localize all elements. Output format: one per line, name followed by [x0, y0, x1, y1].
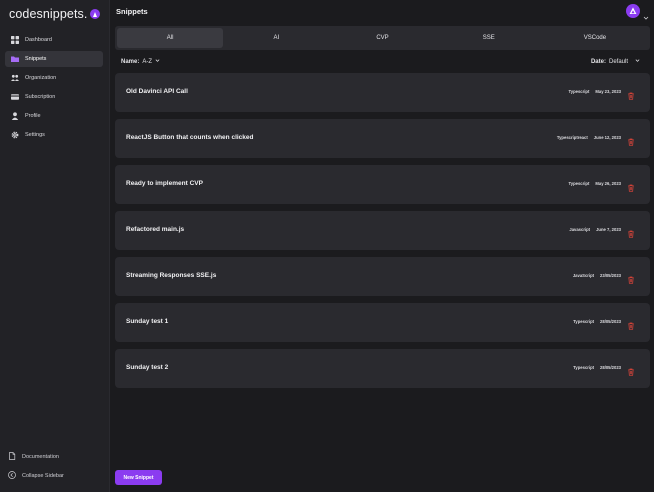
- page-title: Snippets: [116, 7, 148, 16]
- sidebar-item-label: Snippets: [25, 56, 47, 62]
- chevron-down-icon[interactable]: [643, 8, 649, 20]
- gear-icon: [11, 131, 19, 139]
- trash-icon[interactable]: [627, 363, 635, 376]
- trash-icon[interactable]: [627, 179, 635, 192]
- sidebar-item-label: Dashboard: [25, 37, 52, 43]
- avatar[interactable]: [626, 4, 640, 18]
- trash-icon[interactable]: [627, 87, 635, 100]
- sidebar: codesnippets. Dashboard Snippets Organiz…: [0, 0, 110, 492]
- chevron-down-icon: [155, 58, 160, 65]
- snippet-card[interactable]: Streaming Responses SSE.js JavaScript 23…: [115, 257, 650, 296]
- tab-ai[interactable]: AI: [223, 28, 329, 48]
- tab-vscode[interactable]: VSCode: [542, 28, 648, 48]
- snippet-title: Sunday test 2: [126, 364, 169, 371]
- trash-icon[interactable]: [627, 225, 635, 238]
- date-sort-value: Default: [608, 58, 628, 65]
- sidebar-item-label: Profile: [25, 113, 41, 119]
- collapse-sidebar-label: Collapse Sidebar: [22, 473, 64, 479]
- documentation-link[interactable]: Documentation: [8, 451, 104, 463]
- snippet-title: Old Davinci API Call: [126, 88, 188, 95]
- sidebar-item-settings[interactable]: Settings: [5, 127, 103, 143]
- snippet-language: JavaScript: [572, 272, 595, 278]
- snippet-language: Javascript: [569, 226, 591, 232]
- name-sort-dropdown[interactable]: Name: A-Z: [121, 58, 160, 65]
- snippet-date: June 12, 2023: [593, 134, 621, 140]
- snippet-meta: Javascript June 7, 2023: [569, 225, 635, 238]
- sidebar-footer: Documentation Collapse Sidebar: [8, 451, 104, 489]
- users-icon: [11, 74, 19, 82]
- snippet-language: Typescript: [573, 318, 595, 324]
- snippet-title: Streaming Responses SSE.js: [126, 272, 217, 279]
- date-sort-dropdown[interactable]: Date: Default: [591, 58, 640, 65]
- snippet-meta: Typescript May 23, 2023: [568, 87, 636, 100]
- name-sort-value: A-Z: [142, 58, 153, 65]
- sidebar-item-profile[interactable]: Profile: [5, 108, 103, 124]
- snippet-date: May 26, 2023: [595, 180, 621, 186]
- sidebar-item-organization[interactable]: Organization: [5, 70, 103, 86]
- snippet-title: Refactored main.js: [126, 226, 185, 233]
- trash-icon[interactable]: [627, 271, 635, 284]
- snippet-card[interactable]: Ready to implement CVP Typescript May 26…: [115, 165, 650, 204]
- folder-icon: [11, 55, 19, 63]
- snippet-card[interactable]: ReactJS Button that counts when clicked …: [115, 119, 650, 158]
- collapse-sidebar-button[interactable]: Collapse Sidebar: [8, 470, 104, 482]
- sidebar-item-snippets[interactable]: Snippets: [5, 51, 103, 67]
- snippet-language: Typescript: [568, 180, 590, 186]
- snippet-language: Typescriptreact: [556, 134, 588, 140]
- tab-all[interactable]: All: [117, 28, 224, 48]
- brand-badge-icon: [90, 9, 101, 19]
- snippet-meta: Typescript 28/05/2023: [573, 317, 635, 330]
- snippet-list: Old Davinci API Call Typescript May 23, …: [115, 73, 650, 395]
- documentation-label: Documentation: [22, 454, 59, 460]
- new-snippet-button[interactable]: New Snippet: [115, 470, 162, 485]
- trash-icon[interactable]: [627, 133, 635, 146]
- snippet-card[interactable]: Refactored main.js Javascript June 7, 20…: [115, 211, 650, 250]
- trash-icon[interactable]: [627, 317, 635, 330]
- snippet-meta: Typescript 28/05/2023: [573, 363, 635, 376]
- snippet-date: 23/05/2023: [600, 272, 621, 278]
- snippet-meta: JavaScript 23/05/2023: [572, 271, 635, 284]
- chevron-down-icon: [635, 58, 640, 65]
- document-icon: [8, 452, 16, 462]
- tab-cvp[interactable]: CVP: [329, 28, 435, 48]
- brand-name: codesnippets.: [9, 7, 88, 21]
- snippet-meta: Typescriptreact June 12, 2023: [556, 133, 635, 146]
- snippet-date: May 23, 2023: [595, 88, 621, 94]
- user-icon: [11, 112, 19, 120]
- snippet-title: ReactJS Button that counts when clicked: [126, 134, 254, 141]
- snippet-card[interactable]: Old Davinci API Call Typescript May 23, …: [115, 73, 650, 112]
- snippet-meta: Typescript May 26, 2023: [568, 179, 636, 192]
- snippet-card[interactable]: Sunday test 2 Typescript 28/05/2023: [115, 349, 650, 388]
- card-icon: [11, 93, 19, 101]
- snippet-date: 28/05/2023: [600, 318, 621, 324]
- brand-logo[interactable]: codesnippets.: [9, 7, 101, 21]
- tab-sse[interactable]: SSE: [436, 28, 542, 48]
- snippet-card[interactable]: Sunday test 1 Typescript 28/05/2023: [115, 303, 650, 342]
- arrow-left-circle-icon: [8, 471, 16, 481]
- sidebar-item-label: Organization: [25, 75, 57, 81]
- category-tabs: All AI CVP SSE VSCode: [115, 26, 650, 50]
- sidebar-item-label: Subscription: [25, 94, 56, 100]
- sidebar-item-subscription[interactable]: Subscription: [5, 89, 103, 105]
- name-sort-label: Name:: [121, 58, 140, 65]
- sidebar-item-dashboard[interactable]: Dashboard: [5, 32, 103, 48]
- snippet-language: Typescript: [568, 88, 590, 94]
- snippet-date: June 7, 2023: [596, 226, 621, 232]
- sidebar-item-label: Settings: [25, 132, 45, 138]
- date-sort-label: Date:: [590, 58, 606, 65]
- grid-icon: [11, 36, 19, 44]
- snippet-language: Typescript: [573, 364, 595, 370]
- snippet-title: Ready to implement CVP: [126, 180, 203, 187]
- sidebar-nav: Dashboard Snippets Organization Subscrip…: [5, 32, 103, 146]
- snippet-date: 28/05/2023: [600, 364, 621, 370]
- main-content: Snippets All AI CVP SSE VSCode Name: A-Z…: [110, 0, 654, 492]
- snippet-title: Sunday test 1: [126, 318, 169, 325]
